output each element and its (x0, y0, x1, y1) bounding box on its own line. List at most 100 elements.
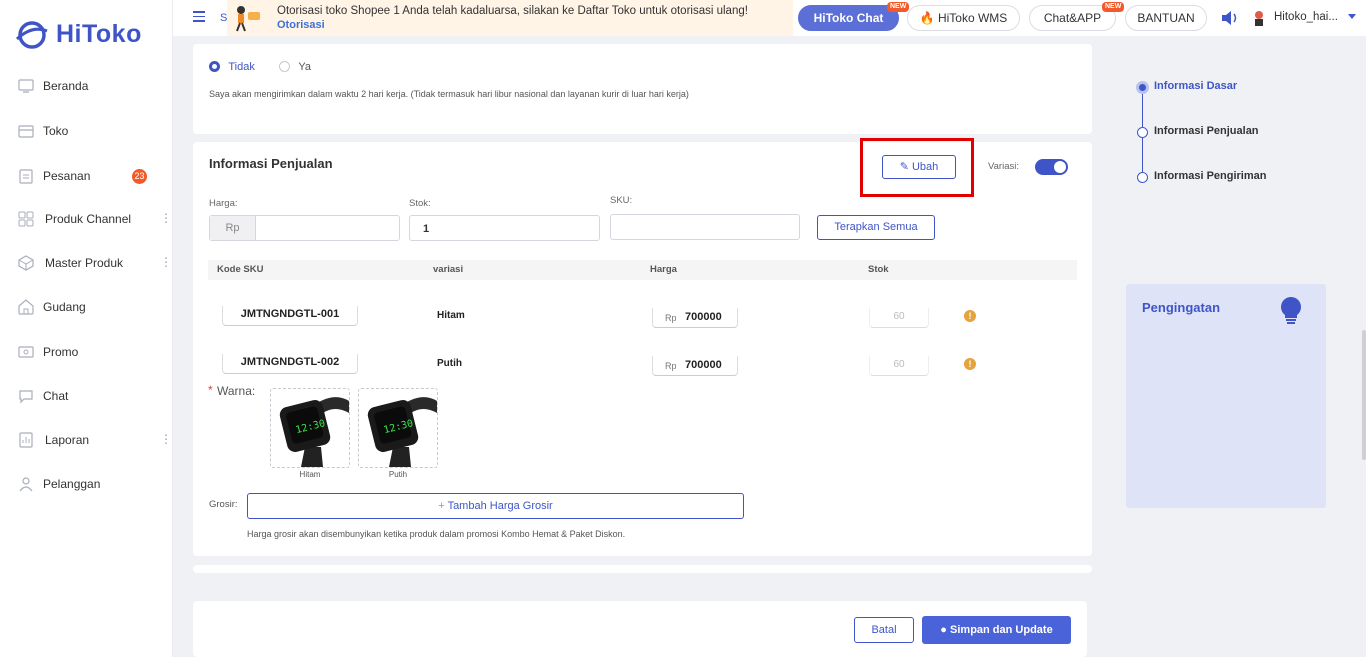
authorization-notice: Otorisasi toko Shopee 1 Anda telah kadal… (227, 0, 839, 36)
hitoko-chat-button[interactable]: HiToko Chat NEW (798, 2, 910, 31)
sidebar-item-master-produk[interactable]: Master Produk ⋮ (0, 248, 173, 278)
add-wholesale-price-button[interactable]: + Tambah Harga Grosir (247, 493, 744, 519)
variant-table-header: Kode SKU variasi Harga Stok (208, 260, 1077, 280)
radio-unselected[interactable] (279, 61, 290, 73)
chat-app-button[interactable]: Chat&APP NEW (1029, 2, 1125, 31)
wholesale-note: Harga grosir akan disembunyikan ketika p… (247, 529, 626, 539)
authorize-link[interactable]: Otorisasi (277, 19, 325, 31)
top-bar: S Otorisasi toko Shopee 1 Anda telah kad… (173, 0, 1366, 36)
chat-icon (19, 390, 33, 404)
sidebar-item-gudang[interactable]: Gudang (0, 292, 173, 322)
new-badge: NEW (1102, 2, 1125, 12)
footer-action-bar: Batal ● Simpan dan Update (193, 601, 1087, 657)
report-icon (19, 432, 33, 448)
logo-icon (15, 20, 48, 49)
sidebar-item-pesanan[interactable]: Pesanan 23 (0, 161, 173, 191)
next-section-card (193, 565, 1092, 573)
hitoko-wms-button[interactable]: 🔥 HiToko WMS (907, 5, 1020, 31)
price-label: Harga: (209, 198, 238, 209)
sidebar-item-label: Produk Channel (45, 212, 132, 226)
chevron-down-icon[interactable] (1348, 14, 1356, 19)
sales-info-card: Informasi Penjualan ✎ Ubah Variasi: Harg… (193, 138, 1092, 556)
variant-stock-field[interactable]: 60 (869, 308, 929, 328)
promo-icon (18, 346, 34, 358)
speaker-icon[interactable] (1221, 11, 1239, 25)
help-button[interactable]: BANTUAN (1125, 5, 1207, 31)
plus-icon: + (438, 500, 445, 512)
notice-message: Otorisasi toko Shopee 1 Anda telah kadal… (277, 5, 748, 17)
menu-toggle-icon[interactable] (193, 11, 205, 23)
store-icon (18, 125, 34, 138)
users-icon (19, 477, 33, 492)
sidebar-item-label: Toko (43, 124, 69, 138)
radio-label: Ya (298, 61, 311, 73)
sidebar: HiToko Beranda Toko Pesanan 23 Produk Ch… (0, 0, 173, 657)
sidebar-item-produk-channel[interactable]: Produk Channel ⋮ (0, 204, 173, 234)
step-label: Informasi Dasar (1154, 80, 1238, 92)
chat-app-label: Chat&APP (1043, 11, 1102, 25)
stock-input[interactable]: 1 (409, 215, 600, 241)
sidebar-item-beranda[interactable]: Beranda (0, 71, 173, 101)
page-scrollbar[interactable] (1362, 330, 1366, 460)
warehouse-icon (18, 299, 34, 315)
price-input[interactable]: Rp (209, 215, 400, 241)
save-update-label: Simpan dan Update (950, 624, 1053, 636)
stock-value: 1 (423, 223, 430, 235)
step-dot (1136, 81, 1149, 94)
warning-icon[interactable]: ! (964, 310, 976, 322)
new-badge: NEW (887, 2, 910, 12)
help-label: BANTUAN (1137, 11, 1195, 25)
currency-prefix: Rp (210, 216, 256, 240)
user-name[interactable]: Hitoko_hai... (1274, 11, 1338, 23)
sku-code-field[interactable]: JMTNGNDGTL-002 (222, 354, 358, 374)
price-value: 700000 (685, 359, 722, 371)
more-vertical-icon[interactable]: ⋮ (160, 211, 172, 225)
sidebar-item-pelanggan[interactable]: Pelanggan (0, 469, 173, 499)
step-label: Informasi Pengiriman (1154, 170, 1267, 182)
sidebar-item-label: Promo (43, 345, 79, 359)
radio-option-yes[interactable]: Ya (279, 59, 311, 73)
color-image-white[interactable]: 12:30 (358, 388, 438, 468)
check-circle-icon: ● (940, 624, 947, 636)
variation-toggle[interactable] (1035, 159, 1068, 175)
shipping-card: Tidak Ya Saya akan mengirimkan dalam wak… (193, 44, 1092, 134)
cube-icon (18, 255, 34, 271)
sku-label: SKU: (610, 195, 633, 206)
cancel-button[interactable]: Batal (854, 617, 914, 643)
radio-selected[interactable] (209, 61, 220, 73)
stock-label: Stok: (409, 198, 431, 209)
variant-price-field[interactable]: Rp 700000 (652, 308, 738, 328)
save-update-button[interactable]: ● Simpan dan Update (922, 616, 1071, 644)
wholesale-label: Grosir: (209, 499, 238, 510)
order-count-badge: 23 (132, 169, 147, 184)
avatar[interactable] (1250, 9, 1268, 27)
apply-all-button[interactable]: Terapkan Semua (817, 215, 935, 240)
color-image-black[interactable]: 12:30 (270, 388, 350, 468)
sku-input[interactable] (610, 214, 800, 240)
step-dot (1137, 127, 1148, 138)
logo-text: HiToko (56, 20, 142, 48)
radio-option-no[interactable]: Tidak (209, 59, 255, 73)
variant-stock-field[interactable]: 60 (869, 356, 929, 376)
sidebar-item-chat[interactable]: Chat (0, 381, 173, 411)
step-dot (1137, 172, 1148, 183)
more-vertical-icon[interactable]: ⋮ (160, 255, 172, 269)
warning-icon[interactable]: ! (964, 358, 976, 370)
sidebar-item-promo[interactable]: Promo (0, 337, 173, 367)
sku-code-field[interactable]: JMTNGNDGTL-001 (222, 306, 358, 326)
sidebar-item-toko[interactable]: Toko (0, 116, 173, 146)
color-label: Warna: (217, 384, 256, 398)
required-mark: * (208, 383, 213, 397)
highlight-box (860, 138, 974, 197)
fire-icon: 🔥 (919, 11, 935, 25)
more-vertical-icon[interactable]: ⋮ (160, 432, 172, 446)
variant-price-field[interactable]: Rp 700000 (652, 356, 738, 376)
sidebar-item-label: Laporan (45, 433, 90, 447)
hitoko-chat-label: HiToko Chat (813, 11, 884, 25)
clipboard-icon (19, 169, 33, 184)
sidebar-item-label: Pesanan (43, 169, 91, 183)
sidebar-item-laporan[interactable]: Laporan ⋮ (0, 425, 173, 455)
logo[interactable]: HiToko (14, 20, 142, 49)
price-value: 700000 (685, 311, 722, 323)
sidebar-item-label: Pelanggan (43, 477, 101, 491)
